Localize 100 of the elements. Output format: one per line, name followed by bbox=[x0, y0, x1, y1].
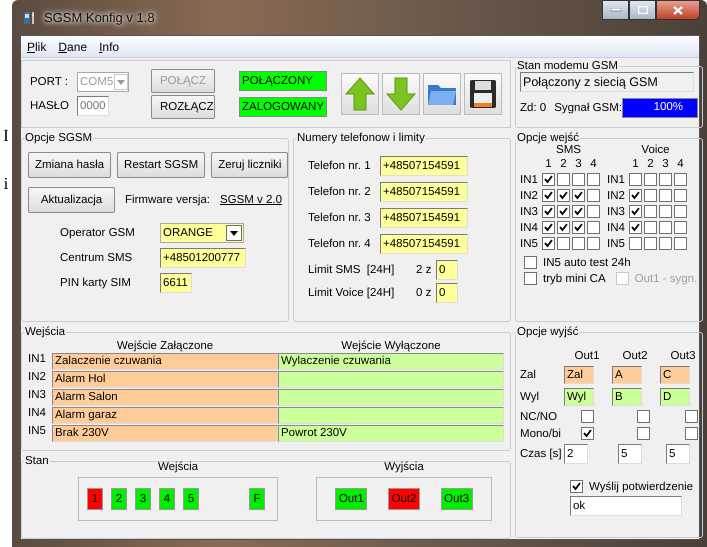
text-field[interactable]: Zal bbox=[564, 366, 594, 384]
checkbox[interactable] bbox=[685, 427, 698, 440]
menu-item[interactable]: Info bbox=[99, 40, 120, 54]
menu-item[interactable]: Plik bbox=[27, 40, 46, 54]
checkbox[interactable] bbox=[659, 205, 672, 218]
disconnect-button[interactable]: ROZŁĄCZ bbox=[151, 95, 215, 119]
checkbox[interactable] bbox=[542, 221, 555, 234]
checkbox[interactable] bbox=[685, 410, 698, 423]
checkbox[interactable] bbox=[587, 189, 600, 202]
row-label: IN2 bbox=[520, 190, 539, 202]
checkbox[interactable] bbox=[674, 221, 687, 234]
checkbox[interactable] bbox=[629, 205, 642, 218]
checkbox[interactable] bbox=[659, 173, 672, 186]
text-field[interactable]: Wyl bbox=[564, 388, 594, 406]
checkbox[interactable] bbox=[570, 480, 583, 493]
close-button[interactable] bbox=[656, 0, 700, 20]
checkbox[interactable] bbox=[557, 237, 570, 250]
table-cell[interactable] bbox=[278, 407, 504, 424]
checkbox[interactable] bbox=[644, 221, 657, 234]
checkbox[interactable] bbox=[542, 173, 555, 186]
table-cell[interactable]: Alarm Salon bbox=[52, 389, 278, 406]
table-cell[interactable]: Wylaczenie czuwania bbox=[278, 353, 504, 370]
checkbox[interactable] bbox=[674, 189, 687, 202]
checkbox[interactable] bbox=[572, 173, 585, 186]
text-field[interactable]: C bbox=[660, 366, 690, 384]
checkbox[interactable] bbox=[557, 221, 570, 234]
checkbox[interactable] bbox=[674, 237, 687, 250]
checkbox[interactable] bbox=[587, 221, 600, 234]
save-button[interactable] bbox=[464, 73, 502, 115]
checkbox[interactable] bbox=[587, 237, 600, 250]
time-field[interactable]: 2 bbox=[564, 444, 588, 464]
checkbox[interactable] bbox=[659, 189, 672, 202]
operator-dropdown[interactable]: ORANGE bbox=[160, 223, 244, 243]
checkbox[interactable] bbox=[524, 256, 537, 269]
download-button[interactable] bbox=[382, 73, 420, 115]
menu-item[interactable]: Dane bbox=[58, 40, 88, 54]
checkbox[interactable] bbox=[644, 205, 657, 218]
checkbox[interactable] bbox=[557, 173, 570, 186]
checkbox[interactable] bbox=[580, 427, 594, 440]
confirm-text-field[interactable]: ok bbox=[570, 496, 682, 516]
checkbox[interactable] bbox=[674, 173, 687, 186]
text-field[interactable]: A bbox=[612, 366, 642, 384]
checkbox[interactable] bbox=[644, 189, 657, 202]
time-field[interactable]: 5 bbox=[666, 444, 690, 464]
action-button[interactable]: Aktualizacja bbox=[28, 187, 116, 213]
table-cell[interactable] bbox=[278, 371, 504, 388]
option-label: Out1 - sygn. bbox=[634, 272, 698, 284]
checkbox[interactable] bbox=[542, 205, 555, 218]
password-label: HASŁO bbox=[30, 100, 69, 112]
password-field[interactable]: 0000 bbox=[77, 96, 109, 116]
checkbox[interactable] bbox=[587, 205, 600, 218]
checkbox[interactable] bbox=[629, 189, 642, 202]
phone-field[interactable]: +48507154591 bbox=[380, 208, 468, 228]
action-button[interactable]: Restart SGSM bbox=[117, 152, 206, 178]
upload-button[interactable] bbox=[341, 73, 379, 115]
checkbox[interactable] bbox=[629, 173, 642, 186]
text-field[interactable]: +48501200777 bbox=[160, 248, 246, 268]
limit-field[interactable]: 0 bbox=[436, 260, 458, 280]
checkbox[interactable] bbox=[542, 237, 555, 250]
group-title: Wejścia bbox=[24, 326, 66, 338]
action-button[interactable]: Zmiana hasła bbox=[28, 152, 112, 178]
table-cell[interactable] bbox=[278, 389, 504, 406]
minimize-button[interactable] bbox=[602, 0, 629, 20]
checkbox[interactable] bbox=[637, 427, 650, 440]
table-cell[interactable]: Brak 230V bbox=[52, 425, 278, 442]
checkbox[interactable] bbox=[572, 189, 585, 202]
firmware-link[interactable]: SGSM v 2.0 bbox=[220, 194, 282, 206]
table-cell[interactable]: Powrot 230V bbox=[278, 425, 504, 442]
checkbox[interactable] bbox=[629, 221, 642, 234]
checkbox[interactable] bbox=[637, 410, 650, 423]
checkbox[interactable] bbox=[572, 221, 585, 234]
table-cell[interactable]: Alarm Hol bbox=[52, 371, 278, 388]
phone-field[interactable]: +48507154591 bbox=[380, 182, 468, 202]
pin-field[interactable]: 6611 bbox=[160, 273, 192, 293]
checkbox[interactable] bbox=[659, 237, 672, 250]
checkbox[interactable] bbox=[644, 173, 657, 186]
checkbox[interactable] bbox=[557, 205, 570, 218]
action-button[interactable]: Zeruj liczniki bbox=[211, 152, 288, 178]
checkbox[interactable] bbox=[572, 237, 585, 250]
phone-field[interactable]: +48507154591 bbox=[380, 234, 468, 254]
checkbox[interactable] bbox=[580, 410, 594, 423]
checkbox[interactable] bbox=[659, 221, 672, 234]
checkbox[interactable] bbox=[524, 272, 537, 285]
phone-field[interactable]: +48507154591 bbox=[380, 156, 468, 176]
open-button[interactable] bbox=[423, 73, 461, 115]
maximize-button[interactable] bbox=[629, 0, 656, 20]
table-cell[interactable]: Alarm garaz bbox=[52, 407, 278, 424]
checkbox[interactable] bbox=[557, 189, 570, 202]
checkbox[interactable] bbox=[629, 237, 642, 250]
checkbox[interactable] bbox=[572, 205, 585, 218]
maximize-icon bbox=[638, 6, 648, 14]
checkbox[interactable] bbox=[587, 173, 600, 186]
checkbox[interactable] bbox=[674, 205, 687, 218]
limit-field[interactable]: 0 bbox=[436, 283, 458, 303]
checkbox[interactable] bbox=[644, 237, 657, 250]
table-cell[interactable]: Zalaczenie czuwania bbox=[52, 353, 278, 370]
text-field[interactable]: B bbox=[612, 388, 642, 406]
text-field[interactable]: D bbox=[660, 388, 690, 406]
time-field[interactable]: 5 bbox=[618, 444, 642, 464]
checkbox[interactable] bbox=[542, 189, 555, 202]
